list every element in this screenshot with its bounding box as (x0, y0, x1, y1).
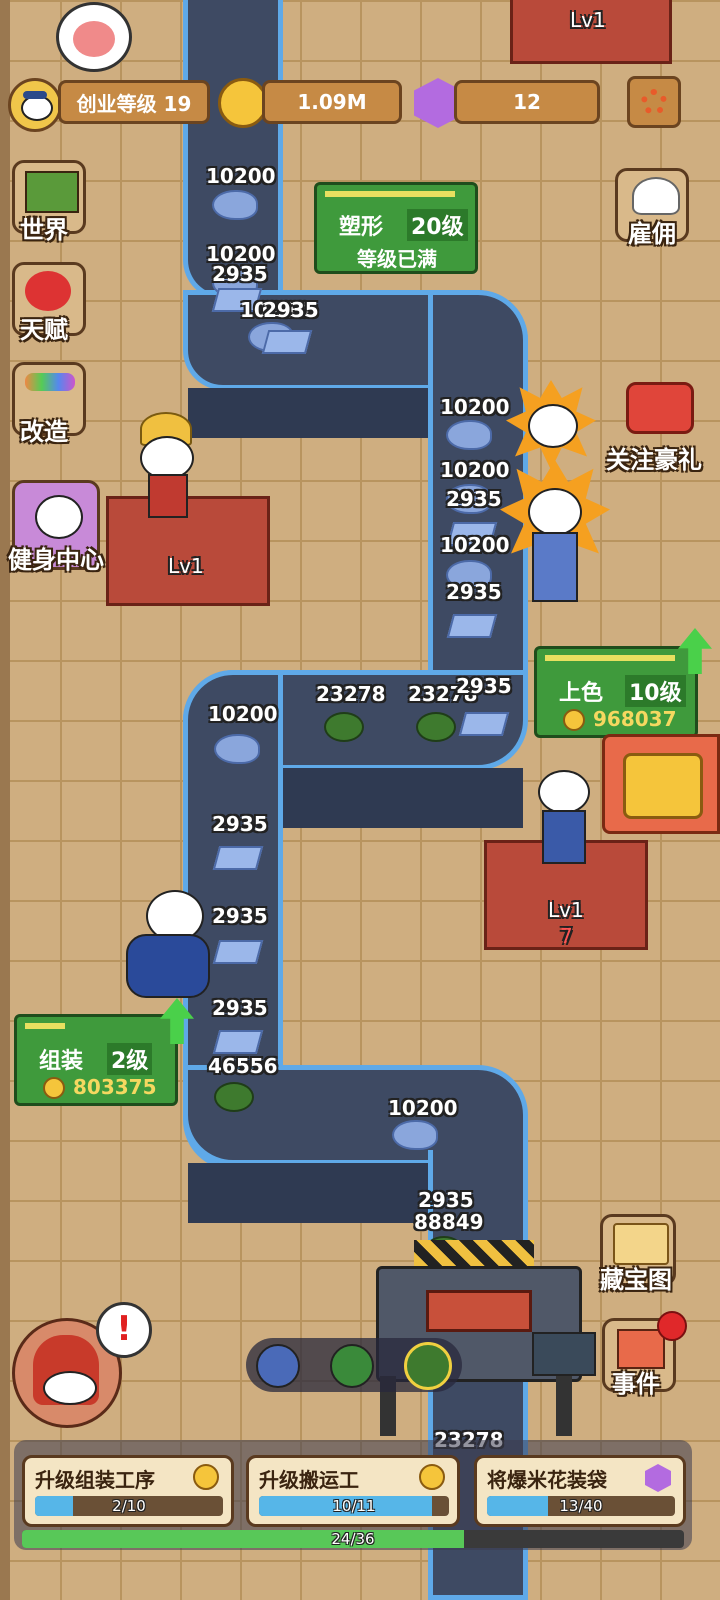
coin-icon (193, 1464, 219, 1490)
assembly-cost: 803375 (73, 1075, 157, 1099)
gift-box-icon (626, 382, 694, 434)
overall-progress-bar: 24/36 (22, 1530, 684, 1548)
coin-icon (563, 709, 585, 731)
product-selector (246, 1338, 462, 1392)
belt-side (188, 388, 433, 438)
upgrade-assembly-progress: 2/10 (35, 1496, 223, 1516)
remodel-label: 改造 (20, 418, 68, 446)
coin-icon (419, 1464, 445, 1490)
assembly-level: 2级 (107, 1043, 153, 1075)
upgrade-carrier-label: 升级搬运工 (259, 1468, 359, 1492)
coloring-name: 上色 (559, 681, 604, 706)
assembly-station-panel[interactable]: 组装 2级 803375 (14, 1014, 178, 1106)
gem-amount: 12 (513, 90, 541, 114)
treasure-map-label: 藏宝图 (600, 1266, 672, 1294)
clipboard-icon (617, 1329, 665, 1369)
worker-count: 7 (560, 924, 573, 948)
molding-level: 20级 (407, 209, 468, 241)
scroll-map-icon (613, 1223, 669, 1265)
upgrade-carrier-progress: 10/11 (259, 1496, 449, 1516)
upgrade-assembly-card[interactable]: 升级组装工序 2/10 (22, 1455, 234, 1527)
events-label: 事件 (612, 1370, 660, 1398)
paint-roller-icon (25, 373, 75, 391)
worker-bunny-assembler[interactable] (122, 870, 212, 1010)
upgrade-carrier-card[interactable]: 升级搬运工 10/11 (246, 1455, 460, 1527)
bunny-icon (35, 495, 83, 539)
coin-amount: 1.09M (297, 90, 367, 114)
treasure-chest-button[interactable] (602, 734, 720, 834)
product-option-3-selected[interactable] (404, 1342, 452, 1390)
follow-gift-button[interactable] (622, 378, 694, 448)
coin-icon (43, 1077, 65, 1099)
player-avatar[interactable] (8, 78, 62, 132)
progress-text: 24/36 (331, 1530, 375, 1548)
product-option-2[interactable] (330, 1344, 374, 1388)
coin-counter[interactable]: 1.09M (262, 80, 402, 124)
world-label: 世界 (20, 216, 68, 244)
manager-emote-bubble (56, 2, 132, 72)
map-icon (25, 171, 79, 213)
follow-gift-label: 关注豪礼 (606, 446, 702, 474)
assembly-name: 组装 (39, 1049, 84, 1074)
belt-side (283, 768, 523, 828)
progress-text: 10/11 (332, 1497, 376, 1515)
upgrade-assembly-label: 升级组装工序 (35, 1468, 155, 1492)
workstation-level: Lv1 (548, 898, 584, 922)
gold-chest-icon (623, 753, 703, 819)
workstation-level: Lv1 (168, 554, 204, 578)
carrier-bunny-boosted[interactable] (506, 380, 596, 470)
progress-text: 13/40 (559, 1497, 603, 1515)
business-level-label: 创业等级 19 (76, 91, 192, 116)
machine-display (532, 1332, 596, 1376)
popcorn-bag-progress: 13/40 (487, 1496, 675, 1516)
popcorn-bag-label: 将爆米花装袋 (487, 1468, 607, 1492)
coloring-cost: 968037 (593, 707, 677, 731)
product-option-1[interactable] (256, 1344, 300, 1388)
carrier-bunny-boosted[interactable] (500, 460, 610, 610)
talent-label: 天赋 (20, 316, 68, 344)
bunny-helmet-icon (25, 271, 71, 311)
settings-gear-button[interactable] (627, 76, 681, 128)
molding-station-panel[interactable]: 塑形 20级 等级已满 (314, 182, 478, 274)
left-wall (0, 0, 10, 1600)
coloring-level: 10级 (625, 675, 686, 707)
coloring-station-panel[interactable]: 上色 10级 968037 (534, 646, 698, 738)
top-workstation-level: Lv1 (570, 8, 606, 32)
notification-dot (657, 1311, 687, 1341)
coin-icon (218, 78, 268, 128)
worker-bunny-hardhat[interactable] (134, 408, 194, 528)
gym-label: 健身中心 (8, 546, 104, 574)
progress-text: 2/10 (112, 1497, 146, 1515)
bunnies-icon (632, 177, 680, 215)
worker-bunny-painter[interactable] (532, 766, 592, 886)
molding-name: 塑形 (339, 215, 384, 240)
gear-icon (641, 89, 667, 115)
gem-icon (645, 1464, 671, 1492)
popcorn-bag-card[interactable]: 将爆米花装袋 13/40 (474, 1455, 686, 1527)
business-level-badge[interactable]: 创业等级 19 (58, 80, 210, 124)
gem-counter[interactable]: 12 (454, 80, 600, 124)
hire-label: 雇佣 (628, 220, 676, 248)
alert-bubble: ! (96, 1302, 152, 1358)
molding-status: 等级已满 (357, 247, 437, 271)
